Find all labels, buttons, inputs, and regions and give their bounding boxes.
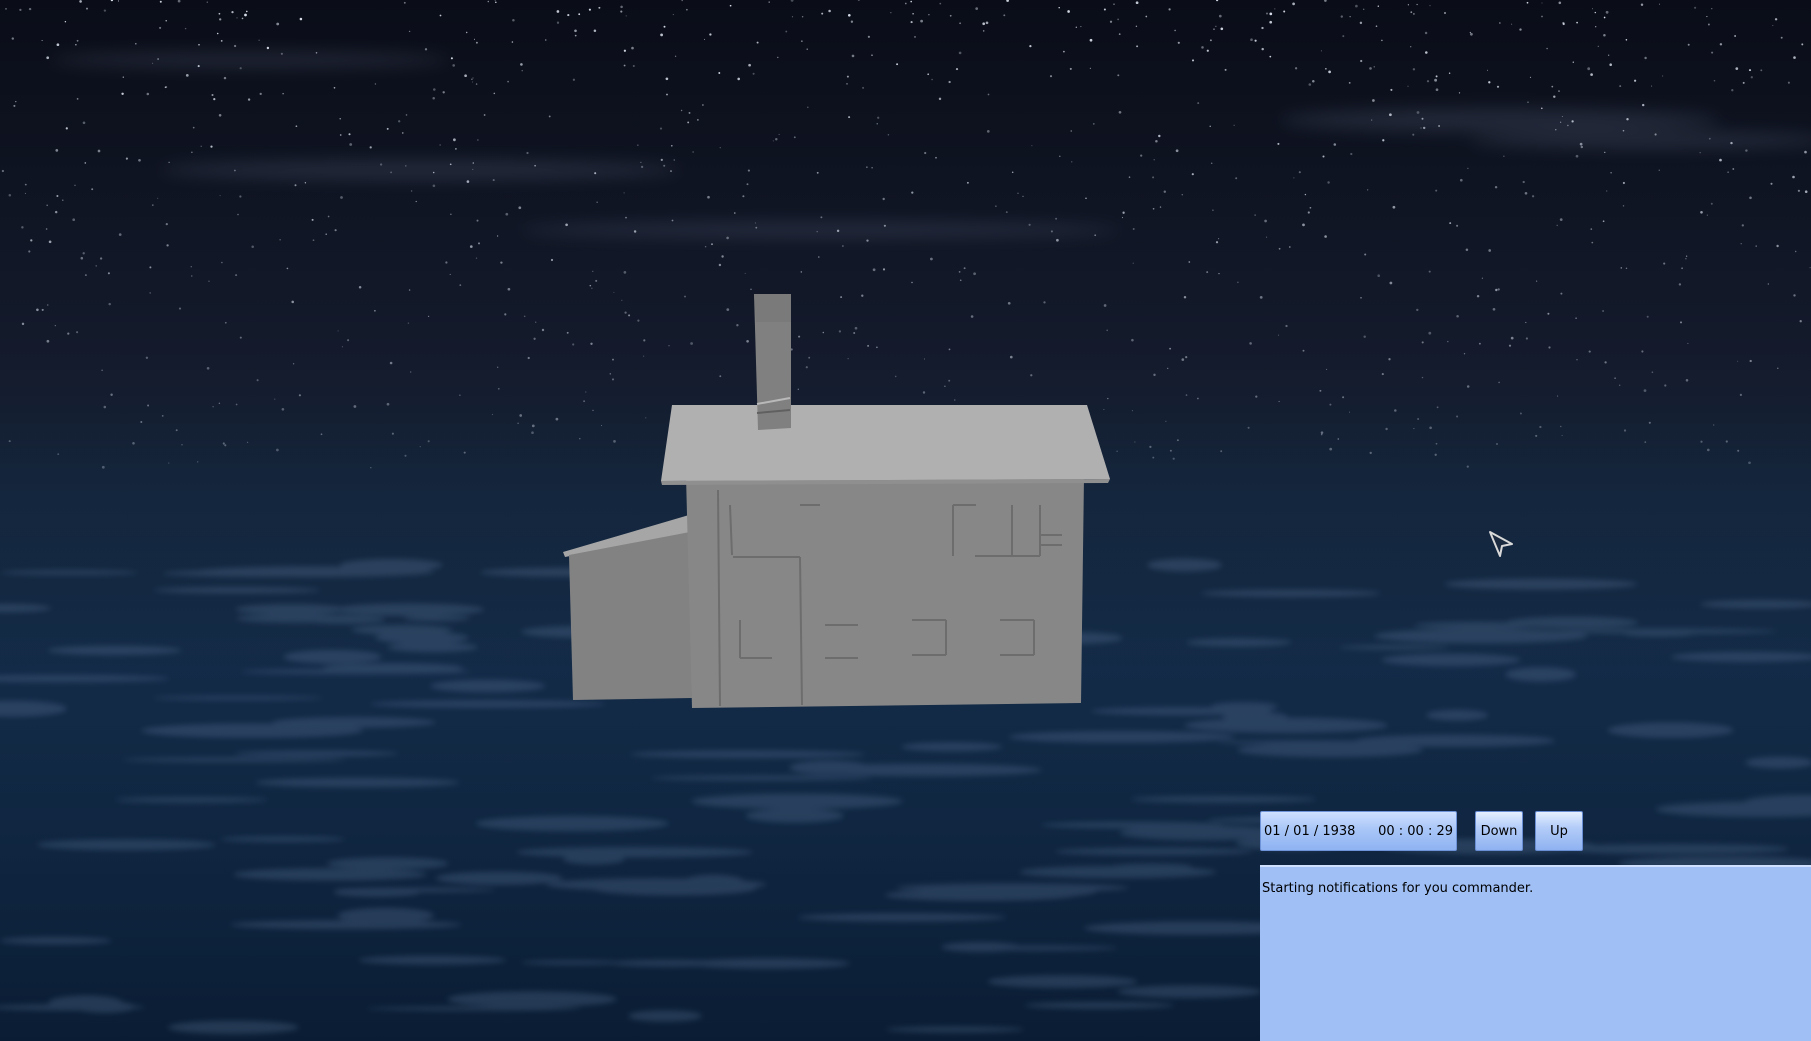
house-roof: [661, 405, 1110, 481]
house-chimney-top: [754, 294, 791, 322]
notification-message: Starting notifications for you commander…: [1262, 881, 1534, 896]
house-annex-wall: [569, 532, 692, 700]
house-main-wall: [686, 476, 1084, 708]
time-down-button[interactable]: Down: [1475, 811, 1523, 851]
time-up-button[interactable]: Up: [1535, 811, 1583, 851]
time-text: 00 : 00 : 29: [1378, 823, 1453, 839]
game-viewport[interactable]: 01 / 01 / 1938 00 : 00 : 29 Down Up Star…: [0, 0, 1811, 1041]
date-text: 01 / 01 / 1938: [1264, 823, 1356, 839]
date-time-display: 01 / 01 / 1938 00 : 00 : 29: [1260, 811, 1457, 851]
notification-panel: Starting notifications for you commander…: [1260, 865, 1811, 1041]
mouse-pointer-icon: [1489, 531, 1513, 557]
